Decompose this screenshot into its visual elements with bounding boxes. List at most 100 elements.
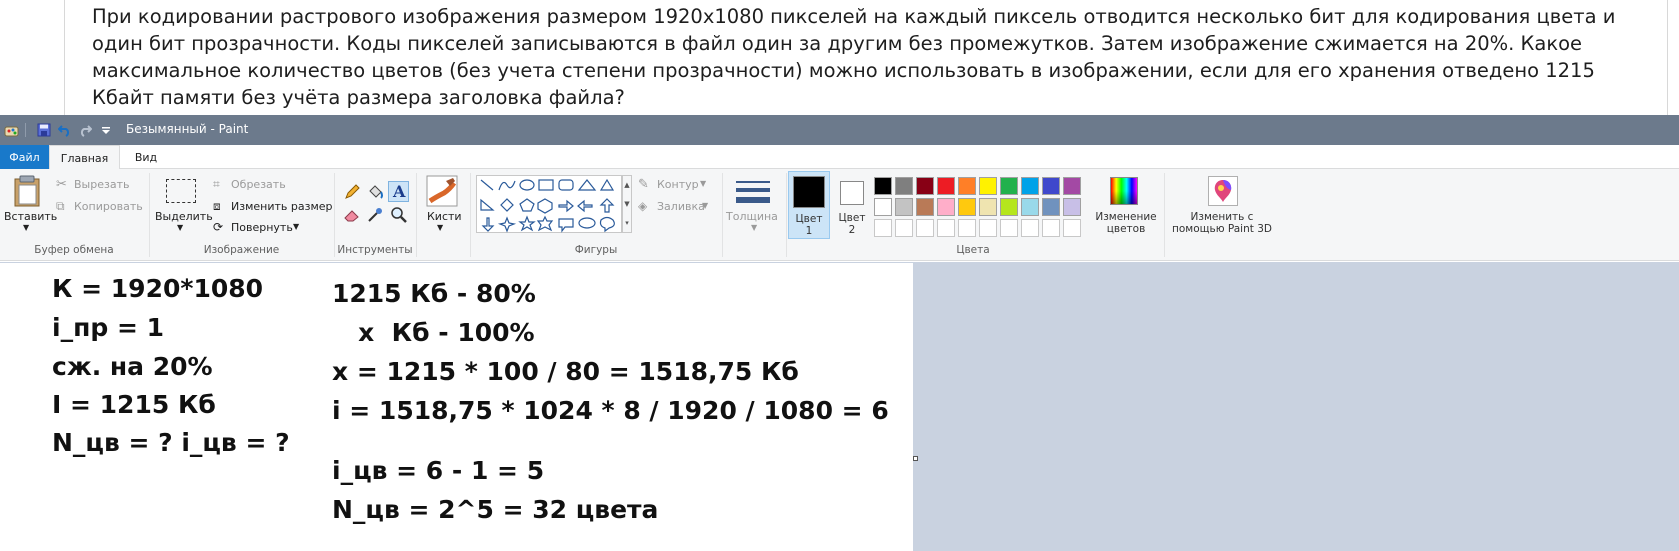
line-medium (736, 188, 770, 192)
color-spectrum-icon (1110, 177, 1138, 205)
palette-swatch[interactable] (979, 219, 997, 237)
outline-label: Контур (657, 178, 699, 191)
edit-colors-label-1: Изменение (1095, 211, 1157, 223)
color2-button[interactable]: Цвет 2 (834, 171, 868, 239)
color-picker-icon[interactable] (366, 206, 384, 224)
palette-swatch[interactable] (1021, 198, 1039, 216)
palette-swatch[interactable] (895, 177, 913, 195)
resize-handle[interactable] (913, 456, 918, 461)
palette-swatch[interactable] (937, 219, 955, 237)
question-text: При кодировании растрового изображения р… (92, 5, 1616, 109)
customize-toolbar-icon[interactable] (100, 122, 112, 138)
line-thick (736, 197, 770, 203)
canvas-text: x = 1215 * 100 / 80 = 1518,75 Кб (332, 357, 799, 386)
palette-swatch[interactable] (916, 198, 934, 216)
palette-swatch[interactable] (1000, 177, 1018, 195)
tab-file[interactable]: Файл (0, 145, 49, 169)
crop-button[interactable]: ⌗ Обрезать (213, 176, 323, 194)
paste-icon (14, 175, 40, 207)
tab-view[interactable]: Вид (120, 145, 172, 169)
palette-swatch[interactable] (916, 177, 934, 195)
palette-swatch[interactable] (937, 177, 955, 195)
palette-swatch[interactable] (1000, 219, 1018, 237)
eraser-icon[interactable] (343, 206, 361, 224)
paste-label: Вставить (4, 210, 58, 223)
color2-number: 2 (848, 224, 856, 236)
palette-swatch[interactable] (937, 198, 955, 216)
divider (1164, 173, 1165, 257)
palette-swatch[interactable] (1042, 198, 1060, 216)
shapes-gallery[interactable] (476, 175, 622, 233)
crop-label: Обрезать (231, 178, 286, 191)
palette-swatch[interactable] (1021, 219, 1039, 237)
canvas-text: i_цв = 6 - 1 = 5 (332, 456, 545, 485)
paste-button[interactable]: Вставить ▼ (2, 173, 57, 237)
ribbon: Вставить ▼ ✂ Вырезать ⧉ Копировать Буфер… (0, 169, 1679, 261)
canvas-text: i = 1518,75 * 1024 * 8 / 1920 / 1080 = 6 (332, 396, 889, 425)
color-palette (874, 177, 1094, 243)
palette-swatch[interactable] (1063, 198, 1081, 216)
resize-label: Изменить размер (231, 200, 333, 213)
save-icon[interactable] (36, 122, 52, 138)
group-label-clipboard: Буфер обмена (34, 244, 114, 256)
cut-button[interactable]: ✂ Вырезать (56, 176, 146, 194)
palette-swatch[interactable] (1042, 219, 1060, 237)
palette-swatch[interactable] (1063, 219, 1081, 237)
pencil-icon[interactable] (343, 183, 361, 201)
redo-icon[interactable] (77, 122, 93, 138)
ribbon-tabs: Файл Главная Вид (0, 145, 1679, 170)
color2-label: Цвет (838, 212, 866, 224)
chevron-down-icon: ▼ (177, 223, 184, 232)
palette-swatch[interactable] (874, 177, 892, 195)
fill-bucket-icon[interactable] (366, 183, 384, 201)
undo-icon[interactable] (57, 122, 73, 138)
brushes-button[interactable]: Кисти ▼ (420, 173, 464, 243)
drawing-canvas[interactable]: К = 1920*1080 i_пр = 1 сж. на 20% I = 12… (0, 263, 913, 551)
palette-swatch[interactable] (874, 198, 892, 216)
scissors-icon: ✂ (56, 177, 67, 192)
resize-button[interactable]: ⧈ Изменить размер (213, 198, 333, 216)
paint3d-button[interactable]: Изменить с помощью Paint 3D (1168, 173, 1276, 243)
canvas-text: К = 1920*1080 (52, 274, 264, 303)
size-button[interactable]: Толщина ▼ (726, 173, 786, 243)
palette-swatch[interactable] (1042, 177, 1060, 195)
canvas-text: I = 1215 Кб (52, 390, 216, 419)
divider (416, 173, 417, 257)
palette-swatch[interactable] (895, 198, 913, 216)
palette-swatch[interactable] (916, 219, 934, 237)
color1-swatch (793, 176, 825, 208)
chevron-down-icon: ▼ (293, 222, 300, 231)
palette-swatch[interactable] (874, 219, 892, 237)
color1-button[interactable]: Цвет 1 (788, 171, 830, 239)
palette-swatch[interactable] (979, 177, 997, 195)
edit-colors-button[interactable]: Изменение цветов (1094, 173, 1158, 239)
palette-swatch[interactable] (895, 219, 913, 237)
rotate-button[interactable]: ⟳ Повернуть ▼ (213, 219, 313, 237)
palette-swatch[interactable] (958, 219, 976, 237)
palette-swatch[interactable] (1021, 177, 1039, 195)
palette-swatch[interactable] (958, 177, 976, 195)
tab-home[interactable]: Главная (49, 145, 120, 170)
text-tool-icon[interactable]: A (388, 181, 409, 202)
brush-icon (426, 175, 458, 207)
outline-button[interactable]: ✎ Контур ▼ (638, 176, 718, 194)
shapes-scroll[interactable]: ▲ ▼ ▾ (622, 175, 632, 233)
paint-app-icon[interactable] (4, 122, 20, 138)
canvas-area[interactable]: К = 1920*1080 i_пр = 1 сж. на 20% I = 12… (0, 262, 1679, 551)
palette-swatch[interactable] (1000, 198, 1018, 216)
canvas-text: N_цв = ? i_цв = ? (52, 428, 290, 457)
canvas-text: i_пр = 1 (52, 313, 164, 342)
group-label-tools: Инструменты (337, 244, 413, 256)
palette-swatch[interactable] (979, 198, 997, 216)
paint3d-label-1: Изменить с (1190, 211, 1254, 223)
copy-icon: ⧉ (56, 199, 65, 213)
palette-swatch[interactable] (958, 198, 976, 216)
chevron-down-icon: ▼ (751, 223, 758, 232)
copy-button[interactable]: ⧉ Копировать (56, 198, 146, 216)
canvas-text: х Кб - 100% (332, 318, 535, 347)
select-button[interactable]: Выделить ▼ (153, 173, 213, 237)
magnifier-icon[interactable] (390, 206, 408, 224)
palette-swatch[interactable] (1063, 177, 1081, 195)
size-label: Толщина (726, 210, 778, 223)
fill-button[interactable]: ◈ Заливка ▼ (638, 198, 718, 216)
